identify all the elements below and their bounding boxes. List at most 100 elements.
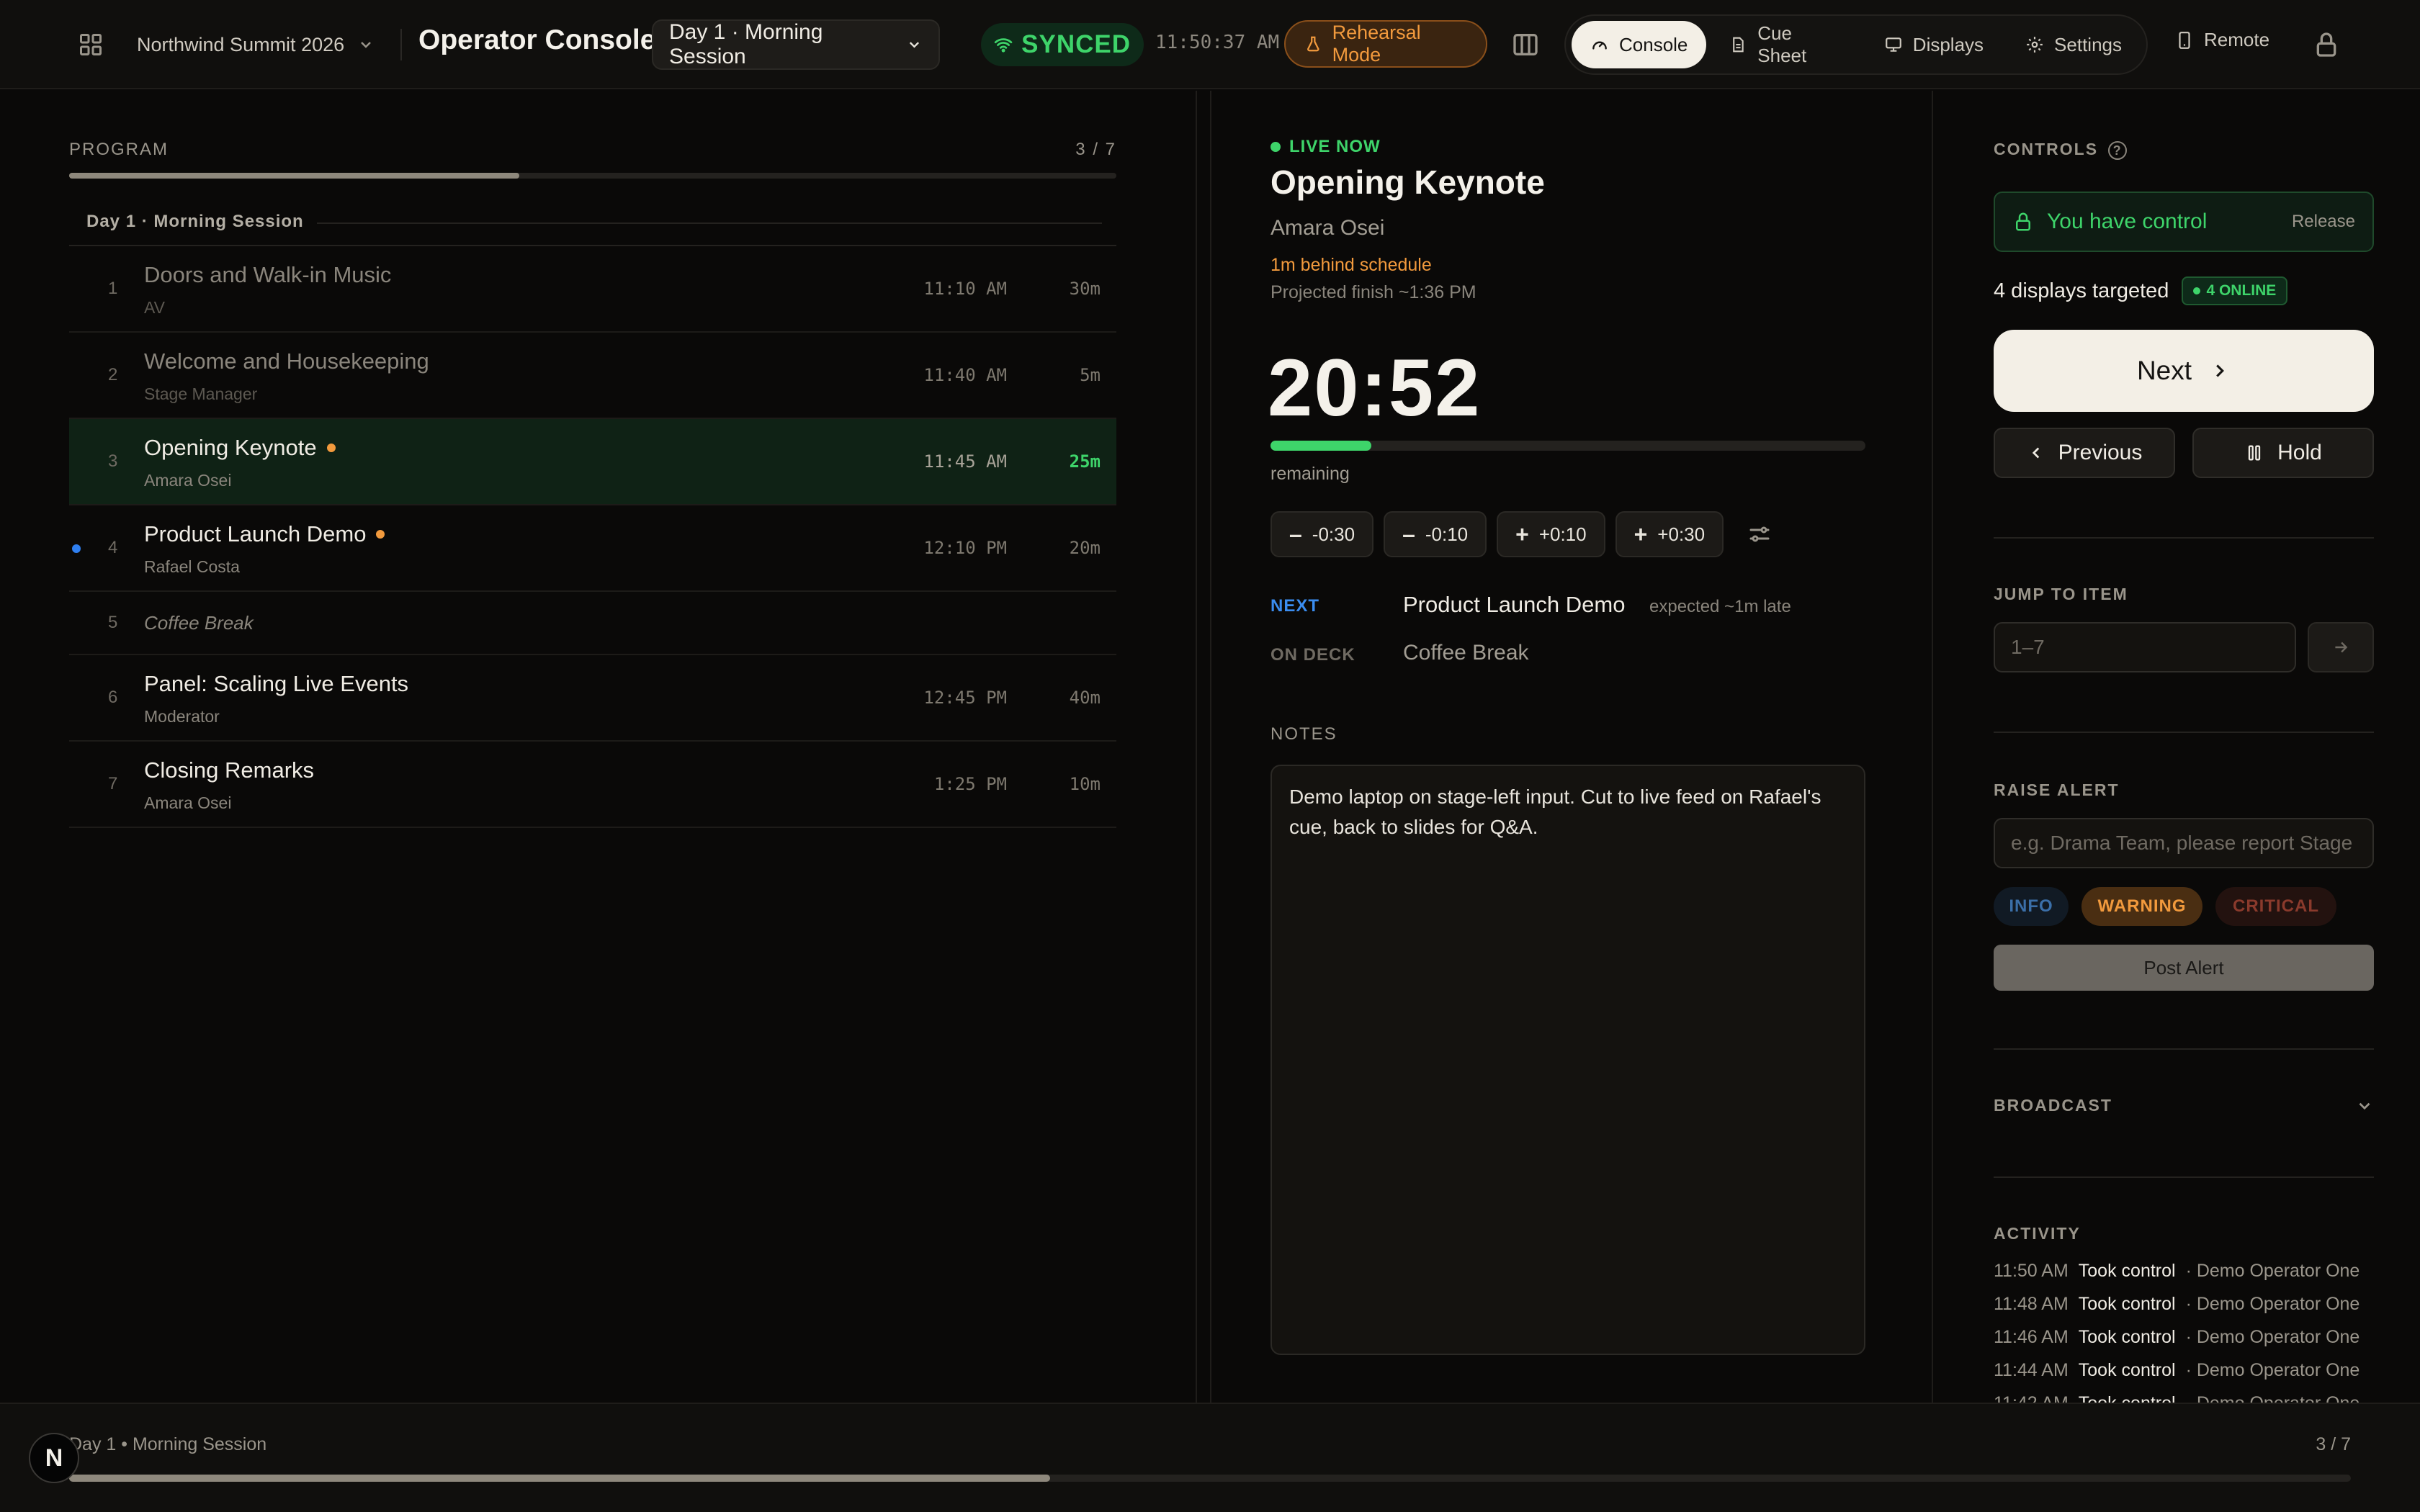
jump-label: JUMP TO ITEM [1994, 585, 2128, 603]
item-duration: 5m [1080, 365, 1101, 385]
next-button[interactable]: Next [1994, 330, 2374, 412]
tab-label: Displays [1912, 33, 1984, 55]
on-deck-label: ON DECK [1270, 645, 1355, 665]
columns-icon[interactable] [1511, 30, 1540, 59]
activity-list: 11:50 AM Took control · Demo Operator On… [1994, 1254, 2397, 1403]
controls-panel: CONTROLS? You have control Release 4 dis… [1946, 91, 2420, 1403]
tab-displays[interactable]: Displays [1865, 21, 2002, 68]
previous-label: Previous [2058, 441, 2143, 464]
adjust-label: -0:10 [1425, 523, 1469, 545]
chevron-right-icon [2216, 364, 2224, 377]
footer-count: 3 / 7 [2316, 1434, 2351, 1454]
sync-status-badge: SYNCED [981, 23, 1144, 66]
program-count: 3 / 7 [1075, 140, 1116, 159]
minus-icon: – [1402, 521, 1415, 547]
session-name: Day 1 · Morning Session [669, 20, 823, 68]
program-panel: PROGRAM 3 / 7 Day 1 · Morning Session 1 … [0, 91, 1197, 1403]
next-label: NEXT [1270, 596, 1320, 616]
activity-row: 11:42 AM Took control · Demo Operator On… [1994, 1387, 2397, 1403]
timer-progress-fill [1270, 441, 1372, 451]
apps-grid-icon[interactable] [78, 32, 104, 58]
remote-button[interactable]: Remote [2175, 29, 2269, 51]
monitor-icon [1885, 37, 1901, 52]
lock-icon[interactable] [2312, 30, 2341, 59]
adjust-minus-10-button[interactable]: – -0:10 [1384, 511, 1487, 557]
schedule-status: 1m behind schedule [1270, 255, 1432, 275]
list-item-active[interactable]: 3 Opening Keynote Amara Osei 11:45 AM 25… [69, 419, 1116, 505]
session-select[interactable]: Day 1 · Morning Session [652, 19, 940, 70]
item-title-row: Product Launch Demo [144, 521, 385, 547]
item-title-row: Opening Keynote [144, 435, 336, 461]
activity-user: · Demo Operator One [2186, 1393, 2360, 1403]
app-badge-icon[interactable]: N [29, 1433, 79, 1483]
time-adjust-group: – -0:30 – -0:10 + +0:10 + +0:30 [1270, 511, 1773, 557]
controls-label-row: CONTROLS? [1994, 140, 2128, 160]
previous-button[interactable]: Previous [1994, 428, 2175, 478]
notes-textarea[interactable]: Demo laptop on stage-left input. Cut to … [1270, 765, 1865, 1355]
tab-console[interactable]: Console [1572, 21, 1707, 68]
notes-label: NOTES [1270, 724, 1337, 744]
adjust-plus-10-button[interactable]: + +0:10 [1497, 511, 1605, 557]
rehearsal-mode-button[interactable]: Rehearsal Mode [1284, 20, 1487, 68]
item-time: 12:45 PM [923, 688, 1007, 708]
hold-label: Hold [2277, 441, 2322, 464]
item-time: 11:40 AM [923, 365, 1007, 385]
severity-warning-button[interactable]: WARNING [2081, 887, 2202, 926]
next-title: Product Launch Demo [1403, 592, 1626, 617]
activity-user: · Demo Operator One [2185, 1359, 2360, 1380]
adjust-label: +0:10 [1538, 523, 1587, 545]
online-badge: 4 ONLINE [2182, 276, 2288, 305]
item-owner: Moderator [144, 707, 220, 726]
chevron-left-icon [2032, 447, 2039, 459]
activity-label: ACTIVITY [1994, 1224, 2081, 1243]
list-item-break[interactable]: 5 Coffee Break [69, 592, 1116, 655]
hold-button[interactable]: Hold [2192, 428, 2374, 478]
list-item[interactable]: 4 Product Launch Demo Rafael Costa 12:10… [69, 505, 1116, 592]
help-icon[interactable]: ? [2108, 140, 2128, 160]
program-progress-fill [69, 173, 520, 179]
countdown-timer: 20:52 [1268, 343, 1482, 433]
plus-icon: + [1634, 521, 1648, 547]
post-alert-button[interactable]: Post Alert [1994, 945, 2374, 991]
online-dot-icon [2193, 287, 2201, 294]
item-number: 6 [108, 688, 118, 707]
severity-critical-button[interactable]: CRITICAL [2215, 887, 2336, 926]
pause-icon [2248, 445, 2261, 461]
next-marker-dot-icon [72, 544, 81, 553]
item-owner: AV [144, 298, 165, 317]
list-item[interactable]: 1 Doors and Walk-in Music AV 11:10 AM 30… [69, 246, 1116, 333]
tab-settings[interactable]: Settings [2007, 21, 2141, 68]
clock-readout: 11:50:37 AM [1155, 32, 1280, 53]
divider [1994, 537, 2374, 539]
broadcast-toggle[interactable]: BROADCAST [1994, 1096, 2374, 1115]
jump-to-item-input[interactable]: 1–7 [1994, 622, 2296, 672]
broadcast-label: BROADCAST [1994, 1096, 2112, 1115]
list-item[interactable]: 6 Panel: Scaling Live Events Moderator 1… [69, 655, 1116, 742]
list-item[interactable]: 2 Welcome and Housekeeping Stage Manager… [69, 333, 1116, 419]
item-number: 4 [108, 538, 118, 557]
projected-finish: Projected finish ~1:36 PM [1270, 282, 1476, 302]
item-owner: Amara Osei [144, 793, 232, 812]
item-number: 7 [108, 774, 118, 793]
event-select[interactable]: Northwind Summit 2026 [137, 29, 375, 60]
activity-action: Took control [2078, 1359, 2176, 1380]
tab-cue-sheet[interactable]: Cue Sheet [1711, 21, 1860, 68]
severity-info-button[interactable]: INFO [1994, 887, 2069, 926]
flask-icon [1307, 36, 1319, 52]
adjust-minus-30-button[interactable]: – -0:30 [1270, 511, 1374, 557]
alert-message-input[interactable]: e.g. Drama Team, please report Stage [1994, 818, 2374, 868]
list-item[interactable]: 7 Closing Remarks Amara Osei 1:25 PM 10m [69, 742, 1116, 828]
release-button[interactable]: Release [2292, 212, 2355, 232]
jump-go-button[interactable] [2308, 622, 2374, 672]
gear-icon [2027, 37, 2043, 53]
adjust-plus-30-button[interactable]: + +0:30 [1615, 511, 1724, 557]
item-owner: Rafael Costa [144, 557, 240, 576]
footer-bar: Day 1 • Morning Session 3 / 7 N [0, 1403, 2420, 1512]
item-time: 11:10 AM [923, 279, 1007, 299]
flag-dot-icon [376, 530, 385, 539]
activity-time: 11:42 AM [1994, 1393, 2069, 1403]
activity-row: 11:44 AM Took control · Demo Operator On… [1994, 1354, 2397, 1387]
adjust-label: -0:30 [1312, 523, 1355, 545]
on-deck-title: Coffee Break [1403, 641, 1529, 665]
sliders-icon[interactable] [1747, 521, 1773, 547]
